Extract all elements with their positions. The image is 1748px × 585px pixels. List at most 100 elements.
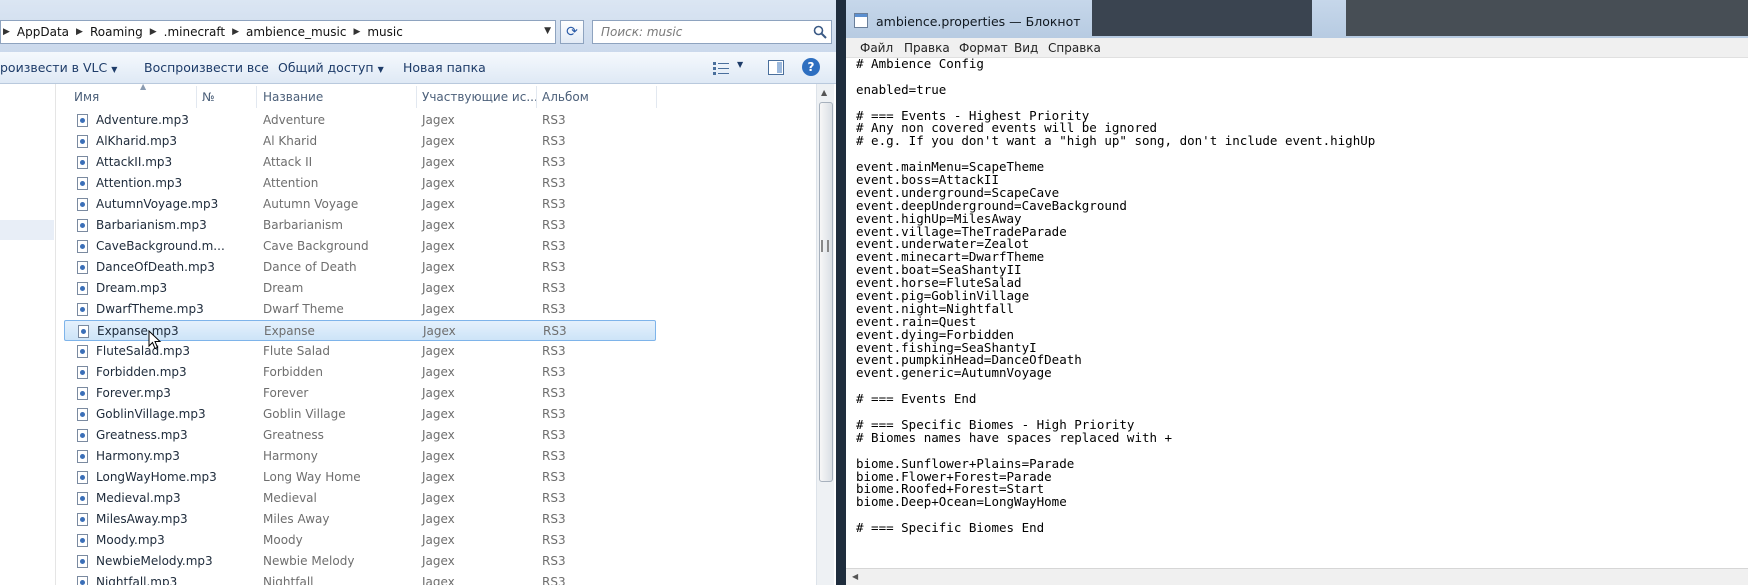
menu-format[interactable]: Формат [959,41,1008,55]
column-separator[interactable] [196,86,197,108]
file-row[interactable]: Greatness.mp3 Greatness Jagex RS3 [56,425,656,446]
preview-pane-icon[interactable] [768,60,784,75]
file-name: Moody.mp3 [96,533,165,547]
scroll-up-icon[interactable]: ▲ [821,88,827,97]
menu-file[interactable]: Файл [860,41,893,55]
file-row[interactable]: AlKharid.mp3 Al Kharid Jagex RS3 [56,131,656,152]
share-button[interactable]: Общий доступ ▼ [278,60,384,75]
file-album: RS3 [542,260,566,274]
file-title: Cave Background [263,239,369,253]
file-row[interactable]: AttackII.mp3 Attack II Jagex RS3 [56,152,656,173]
file-album: RS3 [542,176,566,190]
notepad-app-icon[interactable] [854,13,868,28]
breadcrumb-separator-icon: ▶ [353,27,361,37]
breadcrumb-ambience-music[interactable]: ambience_music [241,25,351,39]
file-name: NewbieMelody.mp3 [96,554,213,568]
play-in-vlc-button[interactable]: роизвести в VLC ▼ [0,60,117,75]
breadcrumb-music[interactable]: music [362,25,407,39]
breadcrumb-roaming[interactable]: Roaming [85,25,148,39]
column-separator[interactable] [256,86,257,108]
file-name: Expanse.mp3 [97,324,179,338]
notepad-titlebar[interactable]: ambience.properties — Блокнот [846,0,1748,38]
file-name: Nightfall.mp3 [96,575,178,585]
search-input[interactable]: Поиск: music [592,20,832,44]
file-row[interactable]: DanceOfDeath.mp3 Dance of Death Jagex RS3 [56,257,656,278]
background-window [1092,0,1312,36]
file-row[interactable]: MilesAway.mp3 Miles Away Jagex RS3 [56,509,656,530]
file-row[interactable]: CaveBackground.m... Cave Background Jagex R… [56,236,656,257]
background-window [1346,0,1748,36]
menu-help[interactable]: Справка [1048,41,1101,55]
view-options-icon[interactable] [713,61,729,75]
audio-file-icon [77,450,88,463]
file-artist: Jagex [422,344,455,358]
file-album: RS3 [542,512,566,526]
text-editor[interactable]: # Ambience Config enabled=true # === Event… [856,57,1736,568]
file-name: LongWayHome.mp3 [96,470,217,484]
file-title: Flute Salad [263,344,331,358]
address-bar[interactable]: ▶ AppData ▶ Roaming ▶ .minecraft ▶ ambie… [0,20,556,44]
file-row[interactable]: Dream.mp3 Dream Jagex RS3 [56,278,656,299]
audio-file-icon [77,156,88,169]
address-dropdown-icon[interactable]: ▼ [544,26,551,36]
column-name[interactable]: Имя [74,90,99,104]
breadcrumb-minecraft[interactable]: .minecraft [159,25,230,39]
file-row[interactable]: Adventure.mp3 Adventure Jagex RS3 [56,110,656,131]
file-album: RS3 [542,428,566,442]
column-separator[interactable] [416,86,417,108]
column-title[interactable]: Название [263,90,323,104]
file-row[interactable]: Forever.mp3 Forever Jagex RS3 [56,383,656,404]
file-row[interactable]: Medieval.mp3 Medieval Jagex RS3 [56,488,656,509]
help-icon[interactable]: ? [802,58,820,76]
navigation-selected-item[interactable] [0,220,54,240]
file-row[interactable]: FluteSalad.mp3 Flute Salad Jagex RS3 [56,341,656,362]
file-row[interactable]: NewbieMelody.mp3 Newbie Melody Jagex RS3 [56,551,656,572]
file-row[interactable]: LongWayHome.mp3 Long Way Home Jagex RS3 [56,467,656,488]
column-separator[interactable] [656,86,657,108]
file-row[interactable]: GoblinVillage.mp3 Goblin Village Jagex RS3 [56,404,656,425]
desktop: ▶ AppData ▶ Roaming ▶ .minecraft ▶ ambie… [0,0,1748,585]
file-title: Harmony [263,449,318,463]
chevron-down-icon[interactable]: ▼ [737,60,743,69]
breadcrumb-separator-icon: ▶ [76,27,83,37]
file-row[interactable]: Nightfall.mp3 Nightfall Jagex RS3 [56,572,656,585]
column-separator[interactable] [536,86,537,108]
breadcrumb-appdata[interactable]: AppData [12,25,74,39]
file-row[interactable]: Attention.mp3 Attention Jagex RS3 [56,173,656,194]
new-folder-button[interactable]: Новая папка [403,60,486,75]
audio-file-icon [77,303,88,316]
search-icon[interactable] [813,25,827,39]
file-artist: Jagex [422,491,455,505]
play-all-button[interactable]: Воспроизвести все [144,60,269,75]
file-artist: Jagex [422,428,455,442]
explorer-window: ▶ AppData ▶ Roaming ▶ .minecraft ▶ ambie… [0,0,836,585]
text-line: event.night=Nightfall [856,300,1015,316]
file-row[interactable]: Harmony.mp3 Harmony Jagex RS3 [56,446,656,467]
file-artist: Jagex [422,407,455,421]
file-album: RS3 [542,533,566,547]
column-artists[interactable]: Участвующие ис... [422,90,538,104]
file-title: Barbarianism [263,218,343,232]
file-name: Dream.mp3 [96,281,168,295]
navigation-pane[interactable] [0,84,56,585]
file-artist: Jagex [422,155,455,169]
column-album[interactable]: Альбом [542,90,589,104]
audio-file-icon [78,325,89,338]
vertical-scrollbar[interactable]: ▲ [816,84,834,585]
menu-view[interactable]: Вид [1014,41,1038,55]
file-row[interactable]: AutumnVoyage.mp3 Autumn Voyage Jagex RS3 [56,194,656,215]
refresh-button[interactable]: ⟳ [560,20,584,44]
file-artist: Jagex [422,575,455,585]
horizontal-scrollbar[interactable]: ◀ [846,568,1748,585]
file-row[interactable]: DwarfTheme.mp3 Dwarf Theme Jagex RS3 [56,299,656,320]
column-number[interactable]: № [202,90,214,104]
splitter-grip[interactable] [821,240,829,252]
scrollbar-thumb[interactable] [819,102,833,482]
menu-edit[interactable]: Правка [904,41,950,55]
file-row[interactable]: Barbarianism.mp3 Barbarianism Jagex RS3 [56,215,656,236]
file-row[interactable]: Moody.mp3 Moody Jagex RS3 [56,530,656,551]
audio-file-icon [77,576,88,585]
command-bar: роизвести в VLC ▼ Воспроизвести все Общий… [0,52,836,84]
scroll-left-icon[interactable]: ◀ [852,572,858,581]
file-row[interactable]: Forbidden.mp3 Forbidden Jagex RS3 [56,362,656,383]
